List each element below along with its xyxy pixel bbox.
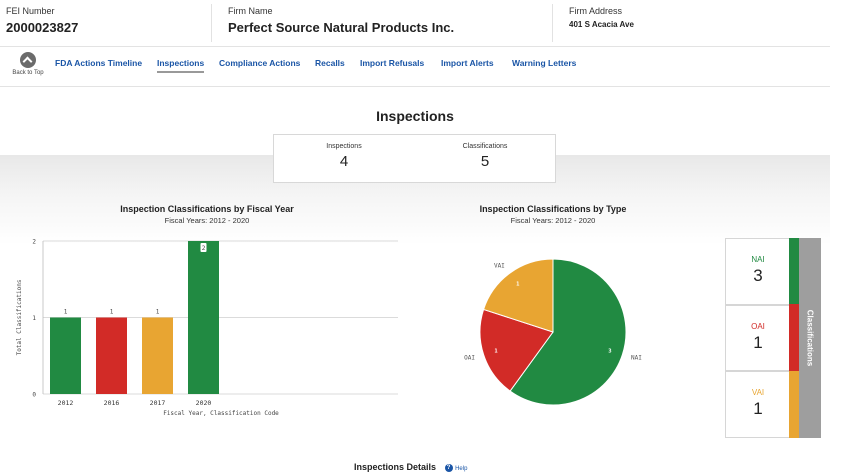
tab-fda-actions-timeline[interactable]: FDA Actions Timeline	[55, 58, 142, 68]
data-label: 2	[202, 245, 206, 252]
bar-chart: 0 1 2 1 2012 1 2016 1 2017 2 2020 Fiscal Year, Clas…	[16, 239, 398, 417]
classifications-count-label: Classifications	[462, 143, 508, 150]
x-tick-label: 2016	[104, 399, 120, 407]
nai-value: 3	[753, 266, 763, 285]
fei-label: FEI Number	[6, 6, 55, 16]
vai-color-strip	[789, 371, 799, 438]
classifications-label: Classifications	[805, 309, 815, 367]
pie-category-label: NAI	[631, 354, 642, 361]
y-tick-label: 0	[32, 392, 36, 399]
bar-2012	[50, 317, 81, 394]
bar-2016	[96, 317, 127, 394]
pie-category-label: VAI	[494, 263, 505, 270]
section-nav: Back to Top FDA Actions Timeline Inspect…	[0, 47, 830, 87]
fei-number: FEI Number 2000023827	[6, 6, 78, 35]
divider	[552, 4, 553, 42]
back-to-top-label: Back to Top	[12, 70, 44, 76]
tab-import-alerts[interactable]: Import Alerts	[441, 58, 494, 68]
classifications-panel: NAI 3 OAI 1 VAI 1 Classifications	[725, 238, 821, 438]
firm-label: Firm Name	[228, 6, 273, 16]
nai-count-card[interactable]: NAI 3	[725, 238, 791, 305]
oai-label: OAI	[751, 322, 765, 331]
inspections-count-value: 4	[339, 153, 349, 170]
classifications-vertical-label: Classifications	[799, 238, 821, 438]
firm-header: FEI Number 2000023827 Firm Name Perfect …	[0, 0, 830, 47]
oai-count-card[interactable]: OAI 1	[725, 305, 791, 371]
pie-value-label: 3	[608, 348, 611, 354]
help-link[interactable]: Help	[455, 466, 467, 472]
help-icon[interactable]: ?	[444, 463, 453, 472]
tab-compliance-actions[interactable]: Compliance Actions	[219, 58, 300, 68]
x-tick-label: 2020	[196, 399, 212, 407]
firm-address: Firm Address 401 S Acacia Ave	[569, 6, 634, 29]
bar-2017	[142, 317, 173, 394]
pie-category-label: OAI	[464, 354, 475, 361]
tab-import-refusals[interactable]: Import Refusals	[360, 58, 424, 68]
chevron-up-icon	[20, 52, 36, 68]
x-tick-label: 2012	[58, 399, 74, 407]
tab-warning-letters[interactable]: Warning Letters	[512, 58, 576, 68]
bar-chart-title: Inspection Classifications by Fiscal Yea…	[120, 204, 294, 214]
x-axis-label: Fiscal Year, Classification Code	[163, 410, 279, 417]
nai-color-strip	[789, 238, 799, 304]
data-label: 1	[64, 309, 68, 316]
firm-name: Firm Name Perfect Source Natural Product…	[228, 6, 454, 35]
oai-color-strip	[789, 304, 799, 371]
vai-label: VAI	[751, 388, 765, 397]
fei-value: 2000023827	[6, 20, 79, 35]
inspections-count-label: Inspections	[326, 143, 362, 150]
address-label: Firm Address	[569, 6, 623, 16]
y-axis-label: Total Classifications	[16, 279, 23, 355]
address-value: 401 S Acacia Ave	[569, 20, 634, 29]
firm-value: Perfect Source Natural Products Inc.	[228, 20, 455, 35]
vai-count-card[interactable]: VAI 1	[725, 371, 791, 438]
pie-chart-title: Inspection Classifications by Type	[479, 204, 627, 214]
x-tick-label: 2017	[150, 399, 166, 407]
pie-chart-subtitle: Fiscal Years: 2012 - 2020	[510, 216, 596, 225]
bar-2020	[188, 241, 219, 394]
summary-cards: Inspections 4 Classifications 5	[273, 134, 556, 183]
classifications-count-card: Classifications 5	[425, 143, 545, 170]
y-tick-label: 1	[32, 315, 36, 322]
pie-chart: 3NAI1OAI1VAI	[464, 258, 642, 406]
back-to-top-button[interactable]: Back to Top	[8, 52, 48, 76]
oai-value: 1	[753, 333, 763, 352]
inspections-count-card: Inspections 4	[284, 143, 404, 170]
data-label: 1	[110, 309, 114, 316]
divider	[211, 4, 212, 42]
nai-label: NAI	[751, 255, 765, 264]
tab-inspections[interactable]: Inspections	[157, 58, 205, 73]
section-title: Inspections	[376, 108, 454, 124]
classifications-count-value: 5	[480, 153, 490, 170]
y-tick-label: 2	[32, 239, 36, 246]
data-label: 1	[156, 309, 160, 316]
tab-recalls[interactable]: Recalls	[315, 58, 345, 68]
bar-chart-subtitle: Fiscal Years: 2012 - 2020	[164, 216, 250, 225]
vai-value: 1	[753, 399, 763, 418]
